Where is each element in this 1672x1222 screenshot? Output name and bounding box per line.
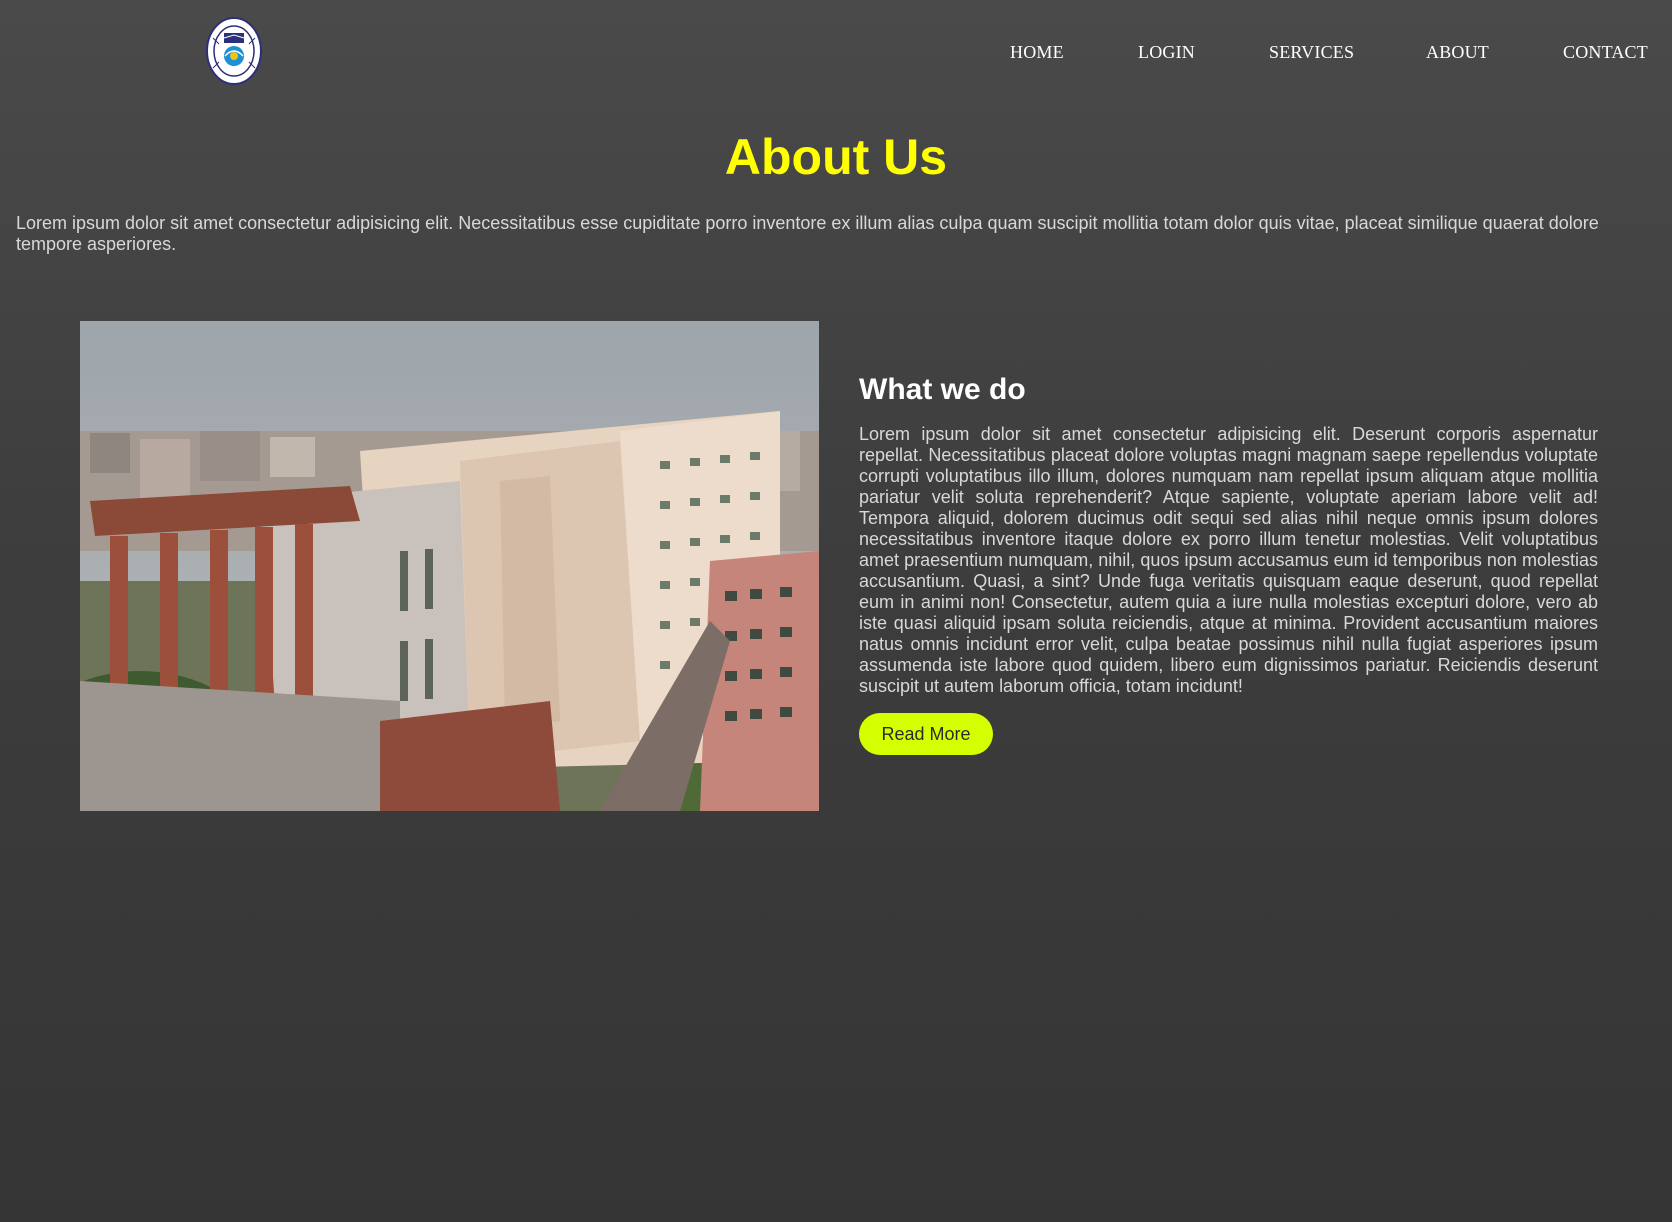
page-title: About Us bbox=[724, 129, 948, 185]
nav-home-link[interactable]: HOME bbox=[1010, 42, 1064, 63]
section-title: What we do bbox=[859, 373, 1026, 406]
read-more-button[interactable]: Read More bbox=[859, 713, 993, 755]
nav-services-link[interactable]: SERVICES bbox=[1269, 42, 1354, 63]
campus-building-photo bbox=[80, 321, 819, 811]
nav-about-link[interactable]: ABOUT bbox=[1426, 42, 1489, 63]
intro-text: Lorem ipsum dolor sit amet consectetur a… bbox=[16, 213, 1599, 254]
main-nav: HOME LOGIN SERVICES ABOUT CONTACT bbox=[0, 42, 1672, 66]
nav-login-link[interactable]: LOGIN bbox=[1138, 42, 1195, 63]
nav-contact-link[interactable]: CONTACT bbox=[1563, 42, 1648, 63]
section-body-text: Lorem ipsum dolor sit amet consectetur a… bbox=[859, 424, 1598, 696]
